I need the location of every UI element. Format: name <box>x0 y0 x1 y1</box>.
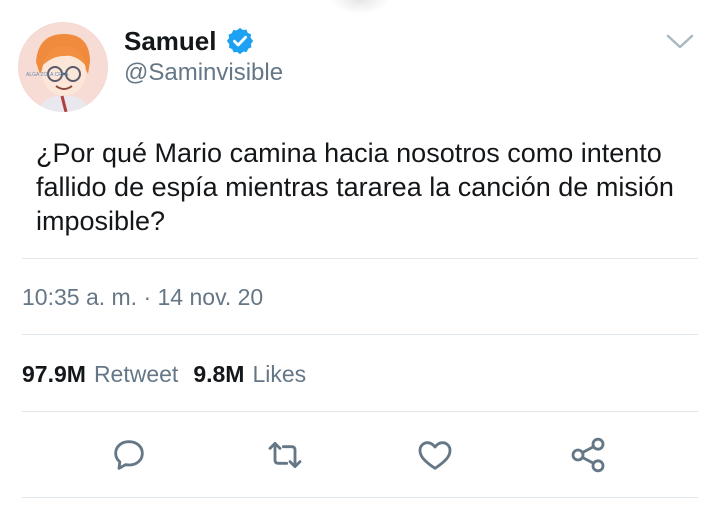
user-handle[interactable]: @Saminvisible <box>124 59 283 87</box>
retweets-label[interactable]: Retweet <box>94 361 178 388</box>
divider <box>22 258 698 259</box>
likes-count[interactable]: 9.8M <box>193 361 244 388</box>
retweet-icon <box>268 441 302 469</box>
like-icon <box>418 441 452 470</box>
tweet-stats: 97.9M Retweet 9.8M Likes <box>22 361 306 388</box>
action-bar <box>0 432 720 478</box>
user-name[interactable]: Samuel <box>124 26 217 57</box>
avatar-illustration-icon: ALGA ZOLA CREA <box>18 22 108 112</box>
retweet-button[interactable] <box>262 432 308 478</box>
reply-icon <box>114 440 144 470</box>
share-icon <box>571 437 605 473</box>
likes-label[interactable]: Likes <box>252 361 306 388</box>
user-name-row: Samuel <box>124 24 255 58</box>
reply-button[interactable] <box>106 432 152 478</box>
avatar[interactable]: ALGA ZOLA CREA <box>18 22 108 112</box>
divider <box>22 411 698 412</box>
retweets-count[interactable]: 97.9M <box>22 361 86 388</box>
divider <box>22 334 698 335</box>
chevron-down-icon[interactable] <box>664 30 696 52</box>
svg-text:ALGA ZOLA CREA: ALGA ZOLA CREA <box>26 72 69 78</box>
divider <box>22 497 698 498</box>
tweet-timestamp[interactable]: 10:35 a. m. · 14 nov. 20 <box>22 284 263 311</box>
top-handle <box>330 0 390 14</box>
share-button[interactable] <box>565 432 611 478</box>
like-button[interactable] <box>412 432 458 478</box>
verified-badge-icon <box>226 27 253 55</box>
tweet-text: ¿Por qué Mario camina hacia nosotros com… <box>36 138 674 236</box>
